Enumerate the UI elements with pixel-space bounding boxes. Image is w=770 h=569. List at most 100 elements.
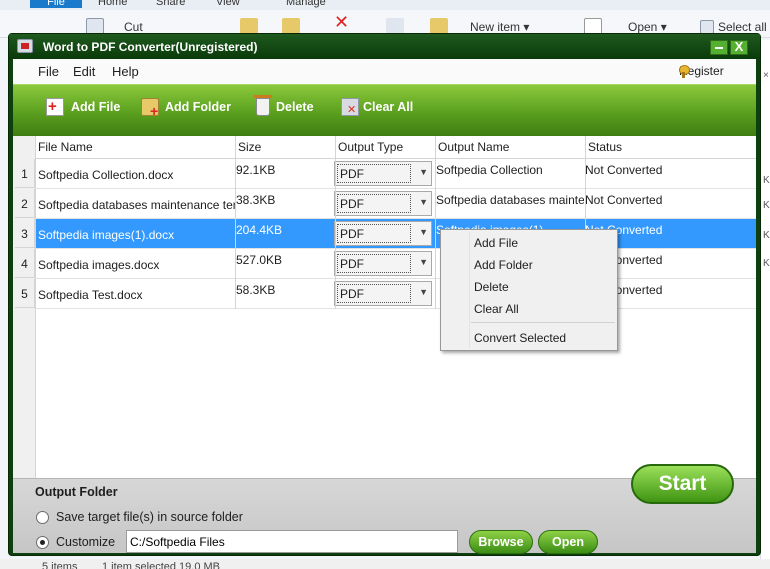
delete-button[interactable]: Delete bbox=[276, 100, 314, 114]
output-type-value: PDF bbox=[337, 284, 411, 303]
key-icon bbox=[679, 65, 690, 78]
output-type-select[interactable]: PDF ▼ bbox=[334, 221, 432, 246]
trash-icon bbox=[254, 95, 272, 116]
status-cell: Not Converted bbox=[585, 163, 663, 177]
explorer-glyph: KE bbox=[763, 200, 770, 211]
app-icon bbox=[17, 39, 33, 53]
context-add-folder[interactable]: Add Folder bbox=[474, 258, 533, 272]
context-convert-selected[interactable]: Convert Selected bbox=[474, 331, 566, 345]
column-header-file-name[interactable]: File Name bbox=[38, 136, 93, 159]
output-type-value: PDF bbox=[337, 224, 411, 243]
open-button[interactable]: Open bbox=[538, 530, 598, 554]
clear-all-icon bbox=[341, 98, 359, 116]
chevron-down-icon: ▼ bbox=[419, 197, 428, 207]
file-name-cell: Softpedia images.docx bbox=[38, 258, 160, 272]
row-number: 5 bbox=[15, 279, 35, 308]
output-type-select[interactable]: PDF ▼ bbox=[334, 191, 432, 216]
output-type-select[interactable]: PDF ▼ bbox=[334, 281, 432, 306]
row-number: 2 bbox=[15, 189, 35, 218]
explorer-item-count: 5 items bbox=[42, 561, 78, 569]
add-file-button[interactable]: Add File bbox=[71, 100, 120, 114]
row-number: 4 bbox=[15, 249, 35, 278]
table-row[interactable]: Softpedia Test.docx 58.3KB PDF ▼ Not Conv… bbox=[36, 279, 756, 309]
menu-edit[interactable]: Edit bbox=[73, 64, 95, 79]
delete-x-icon: ✕ bbox=[334, 12, 350, 32]
cut-command[interactable]: Cut bbox=[124, 20, 143, 34]
output-path-input[interactable] bbox=[126, 530, 458, 553]
column-header-size[interactable]: Size bbox=[238, 136, 261, 159]
column-header-status[interactable]: Status bbox=[588, 136, 622, 159]
output-name-cell[interactable]: Softpedia Collection bbox=[436, 159, 584, 189]
menu-separator bbox=[471, 322, 615, 323]
table-row[interactable]: Softpedia images.docx 527.0KB PDF ▼ Not C… bbox=[36, 249, 756, 279]
size-cell: 527.0KB bbox=[236, 253, 283, 267]
explorer-tab-share[interactable]: Share bbox=[156, 0, 185, 8]
output-name-cell[interactable]: Softpedia databases mainte bbox=[436, 189, 584, 219]
chevron-down-icon: ▼ bbox=[419, 227, 428, 237]
add-file-icon bbox=[46, 98, 64, 116]
file-name-cell: Softpedia Collection.docx bbox=[38, 168, 174, 182]
explorer-tab-file[interactable]: File bbox=[30, 0, 82, 8]
explorer-selection-info: 1 item selected 19.0 MB bbox=[102, 561, 221, 569]
customize-label[interactable]: Customize bbox=[56, 535, 115, 549]
chevron-down-icon: ▼ bbox=[419, 287, 428, 297]
customize-radio[interactable] bbox=[36, 536, 49, 549]
explorer-tab-manage[interactable]: Manage bbox=[286, 0, 326, 8]
browse-button[interactable]: Browse bbox=[469, 530, 533, 554]
size-cell: 58.3KB bbox=[236, 283, 276, 297]
column-divider bbox=[235, 136, 236, 309]
chevron-down-icon: ▼ bbox=[419, 167, 428, 177]
output-type-value: PDF bbox=[337, 254, 411, 273]
file-name-cell: Softpedia Test.docx bbox=[38, 288, 143, 302]
explorer-tab-view[interactable]: View bbox=[216, 0, 240, 8]
table-row[interactable]: Softpedia databases maintenance tem 38.3… bbox=[36, 189, 756, 219]
output-type-value: PDF bbox=[337, 194, 411, 213]
explorer-ribbon-tabs: File Home Share View Manage bbox=[0, 0, 770, 10]
explorer-glyph: KE bbox=[763, 230, 770, 241]
file-table: File Name Size Output Type Output Name S… bbox=[13, 136, 756, 478]
open-command[interactable]: Open ▾ bbox=[628, 20, 667, 34]
source-folder-radio[interactable] bbox=[36, 511, 49, 524]
column-divider bbox=[335, 136, 336, 309]
add-folder-button[interactable]: Add Folder bbox=[165, 100, 231, 114]
column-header-output-name[interactable]: Output Name bbox=[438, 136, 509, 159]
row-number: 3 bbox=[15, 219, 35, 248]
context-delete[interactable]: Delete bbox=[474, 280, 509, 294]
output-type-select[interactable]: PDF ▼ bbox=[334, 161, 432, 186]
menu-help[interactable]: Help bbox=[112, 64, 139, 79]
column-header-output-type[interactable]: Output Type bbox=[338, 136, 403, 159]
file-name-cell: Softpedia images(1).docx bbox=[38, 228, 175, 242]
select-all-command[interactable]: Select all bbox=[718, 20, 767, 34]
explorer-status-bar: 5 items 1 item selected 19.0 MB bbox=[0, 559, 770, 569]
file-name-cell: Softpedia databases maintenance tem bbox=[38, 198, 236, 212]
explorer-file-list-edge: × KE KE KE KE bbox=[760, 40, 770, 560]
select-all-icon bbox=[700, 20, 714, 34]
explorer-glyph: × bbox=[763, 70, 769, 81]
explorer-tab-home[interactable]: Home bbox=[98, 0, 127, 8]
menu-file[interactable]: File bbox=[38, 64, 59, 79]
close-button[interactable]: X bbox=[730, 40, 748, 55]
table-row-selected[interactable]: Softpedia images(1).docx 204.4KB PDF▼ So… bbox=[36, 219, 756, 249]
context-add-file[interactable]: Add File bbox=[474, 236, 518, 250]
size-cell: 92.1KB bbox=[236, 163, 276, 177]
output-folder-title: Output Folder bbox=[35, 485, 118, 499]
register-button[interactable]: Register bbox=[660, 64, 724, 78]
clear-all-button[interactable]: Clear All bbox=[363, 100, 413, 114]
window-title: Word to PDF Converter(Unregistered) bbox=[43, 40, 258, 54]
source-folder-label[interactable]: Save target file(s) in source folder bbox=[56, 510, 243, 524]
table-row[interactable]: Softpedia Collection.docx 92.1KB PDF ▼ So… bbox=[36, 159, 756, 189]
row-number: 1 bbox=[15, 159, 35, 188]
toolbar: Add File Add Folder Delete Clear All bbox=[13, 84, 756, 136]
new-item-command[interactable]: New item ▾ bbox=[470, 20, 529, 34]
chevron-down-icon: ▼ bbox=[419, 257, 428, 267]
status-cell: Not Converted bbox=[585, 193, 663, 207]
minimize-button[interactable] bbox=[710, 40, 728, 55]
context-menu: Add File Add Folder Delete Clear All Con… bbox=[440, 229, 618, 351]
context-clear-all[interactable]: Clear All bbox=[474, 302, 519, 316]
menu-bar: File Edit Help Register bbox=[13, 59, 756, 84]
start-button[interactable]: Start bbox=[631, 464, 734, 504]
output-type-select[interactable]: PDF ▼ bbox=[334, 251, 432, 276]
title-bar[interactable]: Word to PDF Converter(Unregistered) X bbox=[9, 34, 760, 59]
size-cell: 38.3KB bbox=[236, 193, 276, 207]
explorer-glyph: KE bbox=[763, 258, 770, 269]
